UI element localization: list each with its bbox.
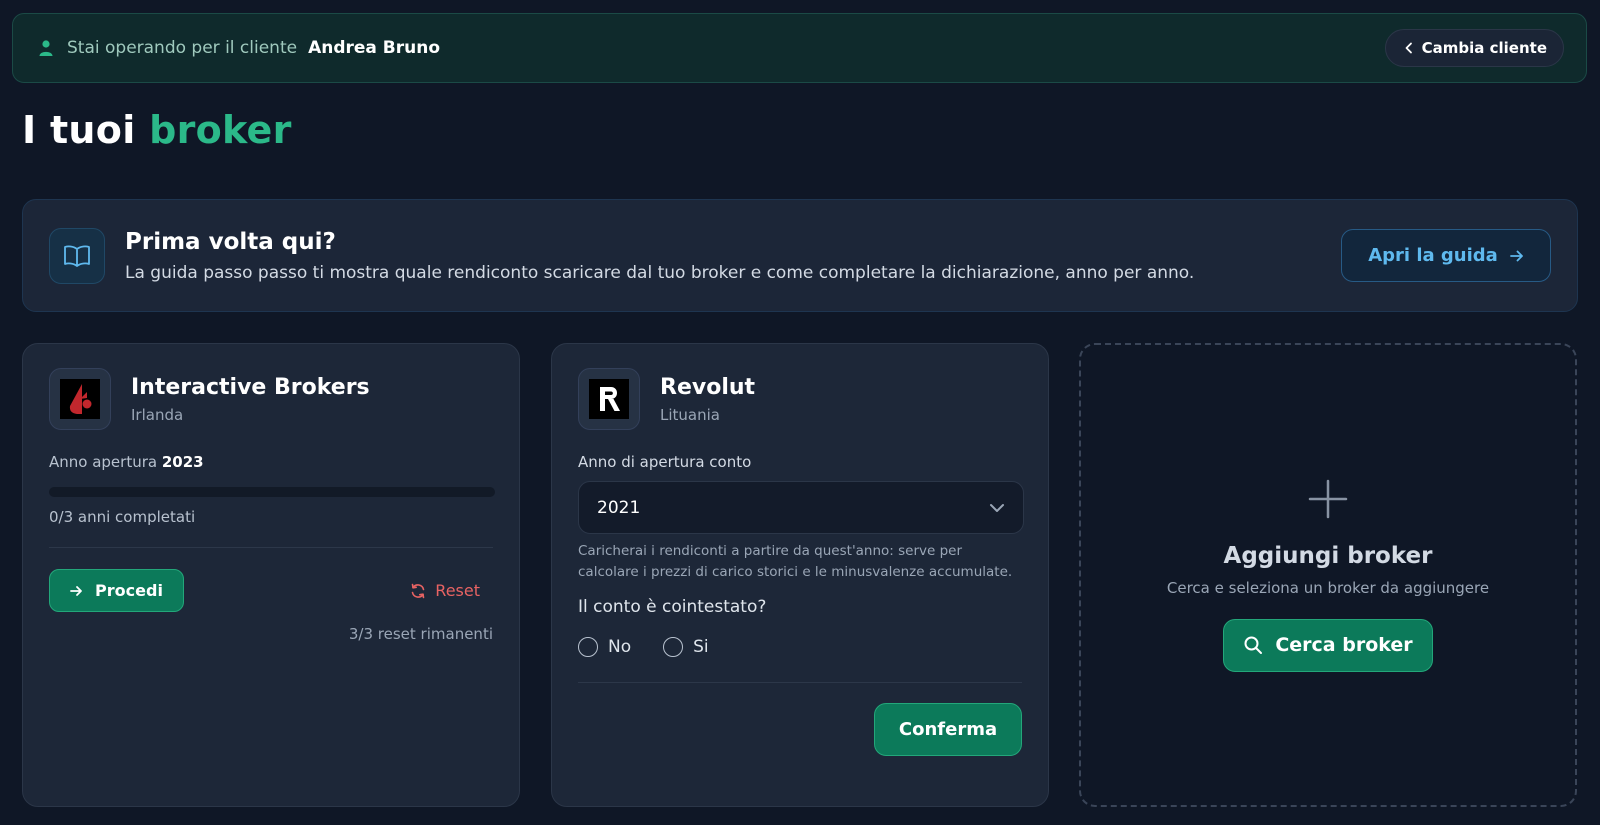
guide-title: Prima volta qui? (125, 228, 336, 255)
change-client-label: Cambia cliente (1421, 39, 1547, 57)
radio-no[interactable]: No (578, 637, 631, 657)
open-year-select[interactable]: 2021 (578, 481, 1024, 534)
client-bar: Stai operando per il cliente Andrea Brun… (12, 13, 1587, 83)
reset-button[interactable]: Reset (410, 581, 480, 600)
resets-remaining-text: 3/3 reset rimanenti (348, 625, 493, 643)
arrow-right-icon (70, 585, 83, 597)
search-broker-label: Cerca broker (1275, 634, 1413, 656)
joint-account-question: Il conto è cointestato? (578, 597, 767, 617)
broker-country: Irlanda (131, 405, 184, 424)
open-guide-button[interactable]: Apri la guida (1341, 229, 1551, 282)
broker-card-interactive-brokers: Interactive Brokers Irlanda Anno apertur… (22, 343, 520, 807)
divider (578, 682, 1022, 683)
broker-country: Lituania (660, 405, 720, 424)
open-year-select-value: 2021 (597, 497, 641, 518)
add-broker-description: Cerca e seleziona un broker da aggiunger… (1166, 578, 1490, 597)
arrow-right-icon (1509, 250, 1524, 262)
client-name: Andrea Bruno (308, 38, 441, 58)
radio-yes-label: Si (693, 637, 709, 657)
broker-name: Revolut (660, 374, 756, 400)
years-progress-text: 0/3 anni completati (49, 508, 196, 526)
client-prefix-text: Stai operando per il cliente (67, 38, 298, 58)
page-title-accent: broker (149, 108, 292, 152)
open-year-help-text: Caricherai i rendiconti a partire da que… (578, 543, 1013, 580)
radio-circle[interactable] (663, 637, 684, 657)
years-progress-bar (49, 487, 495, 497)
reset-label: Reset (435, 581, 480, 600)
page-title-main: I tuoi (22, 108, 136, 152)
open-year-label: Anno apertura (49, 453, 158, 471)
page-title: I tuoi broker (22, 108, 292, 152)
refresh-icon (410, 583, 426, 599)
revolut-logo (578, 368, 640, 430)
radio-yes[interactable]: Si (663, 637, 709, 657)
guide-description: La guida passo passo ti mostra quale ren… (125, 262, 1195, 283)
plus-icon (1308, 479, 1348, 519)
search-broker-button[interactable]: Cerca broker (1223, 618, 1433, 672)
search-icon (1243, 635, 1263, 655)
open-guide-label: Apri la guida (1368, 245, 1498, 266)
radio-no-label: No (608, 637, 632, 657)
interactive-brokers-logo (49, 368, 111, 430)
chevron-left-icon (1404, 42, 1414, 54)
add-broker-title: Aggiungi broker (1223, 542, 1433, 569)
divider (49, 547, 493, 548)
broker-name: Interactive Brokers (131, 374, 370, 400)
joint-account-radio-group: No Si (578, 637, 1022, 657)
user-icon (37, 39, 55, 57)
change-client-button[interactable]: Cambia cliente (1384, 29, 1564, 67)
broker-card-revolut: Revolut Lituania Anno di apertura conto … (551, 343, 1049, 807)
book-icon (49, 227, 105, 284)
open-year-value: 2023 (161, 453, 204, 471)
open-year-line: Anno apertura 2023 (49, 453, 493, 471)
add-broker-card[interactable]: Aggiungi broker Cerca e seleziona un bro… (1079, 343, 1577, 807)
chevron-down-icon (989, 503, 1005, 513)
radio-circle[interactable] (578, 637, 598, 657)
confirm-button[interactable]: Conferma (874, 703, 1022, 756)
proceed-label: Procedi (95, 581, 163, 600)
open-year-field-label: Anno di apertura conto (578, 453, 752, 471)
guide-banner: Prima volta qui? La guida passo passo ti… (22, 199, 1578, 312)
proceed-button[interactable]: Procedi (49, 569, 184, 612)
